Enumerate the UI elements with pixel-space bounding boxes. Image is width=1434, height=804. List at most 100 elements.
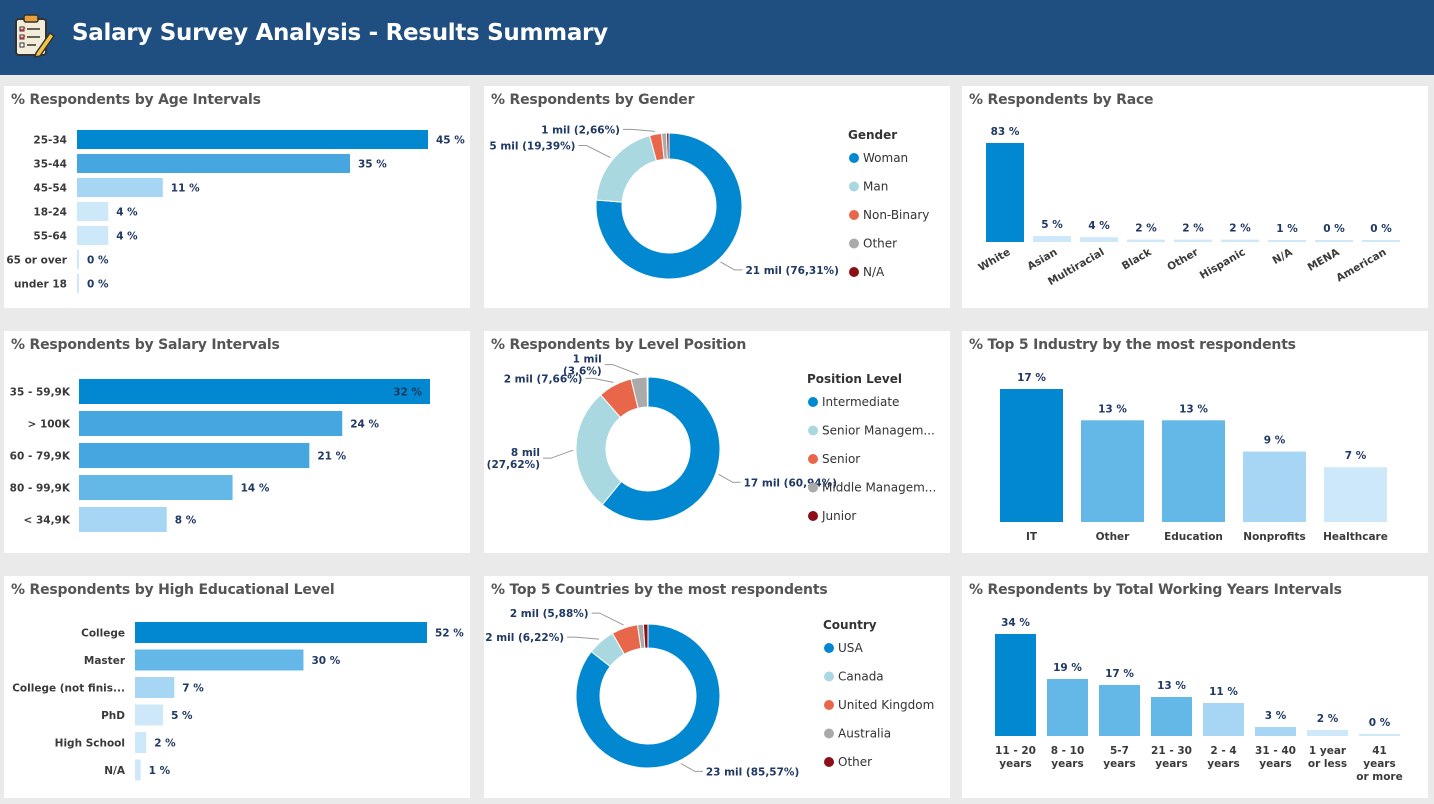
leader-line xyxy=(578,145,611,158)
category-label: 55-64 xyxy=(33,231,67,243)
salary-intervals-panel: % Respondents by Salary Intervals 35 - 5… xyxy=(4,331,470,553)
bar xyxy=(1307,730,1348,736)
leader-line xyxy=(718,473,741,483)
data-label: 13 % xyxy=(1098,403,1127,415)
category-label: N/A xyxy=(1271,246,1296,267)
data-label: 30 % xyxy=(311,655,340,667)
bar xyxy=(1000,389,1063,522)
education-bar-chart: College 52 % Master 30 % College (not finis.… xyxy=(12,622,464,781)
category-label: 35-44 xyxy=(33,159,67,171)
data-label: 5 % xyxy=(171,710,193,722)
bar xyxy=(1033,236,1071,242)
bar xyxy=(1255,727,1296,736)
leader-line xyxy=(567,636,600,640)
category-label: N/A xyxy=(104,765,126,777)
bar xyxy=(135,649,304,671)
legend-item: Junior xyxy=(821,509,856,523)
data-label: 0 % xyxy=(87,279,109,291)
legend-item: Australia xyxy=(838,727,891,741)
bar xyxy=(135,732,147,753)
bar xyxy=(79,475,233,500)
data-label: 1 mil (3,6%) xyxy=(563,354,602,378)
data-label: 4 % xyxy=(116,231,138,243)
bar xyxy=(995,634,1036,736)
bar xyxy=(77,250,79,269)
legend-title: Country xyxy=(823,618,877,632)
category-label: 45-54 xyxy=(33,183,67,195)
bar xyxy=(1127,239,1165,242)
data-label: 21 % xyxy=(317,451,346,463)
bar xyxy=(79,379,430,404)
leader-line xyxy=(543,449,574,459)
legend-marker xyxy=(824,671,834,682)
data-label: 14 % xyxy=(241,483,270,495)
category-label: 1 year or less xyxy=(1308,745,1347,770)
data-label: 2 mil (6,22%) xyxy=(485,632,564,644)
category-label: Healthcare xyxy=(1323,531,1388,543)
bar xyxy=(1162,420,1225,522)
category-label: 41 years or more xyxy=(1356,745,1403,783)
data-label: 24 % xyxy=(350,419,379,431)
category-label: Asian xyxy=(1025,246,1059,273)
bar xyxy=(1324,467,1387,522)
race-panel: % Respondents by Race 83 % White 5 % Asian 4… xyxy=(962,86,1428,308)
education-panel: % Respondents by High Educational Level … xyxy=(4,576,470,798)
category-label: 8 - 10 years xyxy=(1051,745,1085,770)
category-label: Other xyxy=(1165,246,1201,274)
leader-line xyxy=(720,261,743,271)
category-label: Black xyxy=(1120,246,1155,273)
legend-marker xyxy=(824,700,834,710)
legend-marker xyxy=(808,397,818,407)
data-label: 2 % xyxy=(1182,223,1204,235)
legend-marker xyxy=(824,728,834,739)
age-bar-chart: 25-34 45 % 35-44 35 % 45-54 11 % 18-24 4 % 55-64… xyxy=(6,130,465,293)
category-label: 35 - 59,9K xyxy=(10,387,71,399)
industry-panel: % Top 5 Industry by the most respondents… xyxy=(962,331,1428,553)
legend-title: Gender xyxy=(848,128,897,142)
country-panel: % Top 5 Countries by the most respondent… xyxy=(484,576,950,798)
page-title: Salary Survey Analysis - Results Summary xyxy=(72,20,608,46)
legend-marker xyxy=(824,643,834,653)
leader-line xyxy=(680,762,703,772)
legend-item: Senior Managem... xyxy=(822,424,935,438)
data-label: 17 % xyxy=(1017,372,1046,384)
gender-donut-chart: 21 mil (76,31%) 5 mil (19,39%) 1 mil (2,66… xyxy=(489,124,929,280)
bar xyxy=(1047,679,1088,736)
data-label: 2 % xyxy=(154,738,176,750)
legend-marker xyxy=(849,210,859,220)
category-label: PhD xyxy=(101,710,125,722)
data-label: 13 % xyxy=(1157,680,1186,692)
salary-bar-chart: 35 - 59,9K 32 % > 100K 24 % 60 - 79,9K 21 % 80… xyxy=(10,379,430,532)
data-label: 0 % xyxy=(1323,223,1345,235)
category-label: under 18 xyxy=(14,279,67,291)
category-label: Master xyxy=(84,655,126,667)
data-label: 9 % xyxy=(1264,435,1286,447)
bar xyxy=(77,226,109,245)
bar xyxy=(135,677,175,698)
legend-item: Other xyxy=(838,755,872,769)
legend-marker xyxy=(808,511,818,521)
data-label: 4 % xyxy=(1088,220,1110,232)
category-label: College xyxy=(81,628,125,640)
bar xyxy=(1315,240,1353,242)
survey-clipboard-icon xyxy=(15,14,56,58)
data-label: 0 % xyxy=(1370,223,1392,235)
data-label: 3 % xyxy=(1265,710,1287,722)
category-label: IT xyxy=(1026,531,1038,543)
bar xyxy=(79,443,310,468)
bar xyxy=(1268,240,1306,242)
data-label: 4 % xyxy=(116,207,138,219)
category-label: 60 - 79,9K xyxy=(10,451,71,463)
legend-item: Other xyxy=(863,237,897,251)
data-label: 17 % xyxy=(1105,668,1134,680)
bar xyxy=(1174,239,1212,242)
category-label: 2 - 4 years xyxy=(1207,745,1239,770)
data-label: 34 % xyxy=(1001,617,1030,629)
bar xyxy=(77,178,163,197)
bar xyxy=(1099,685,1140,736)
data-label: 19 % xyxy=(1053,662,1082,674)
data-label: 83 % xyxy=(991,126,1020,138)
gender-panel: % Respondents by Gender 21 mil (76,31%) 5… xyxy=(484,86,950,308)
legend-marker xyxy=(808,454,818,464)
legend-marker xyxy=(824,757,834,767)
